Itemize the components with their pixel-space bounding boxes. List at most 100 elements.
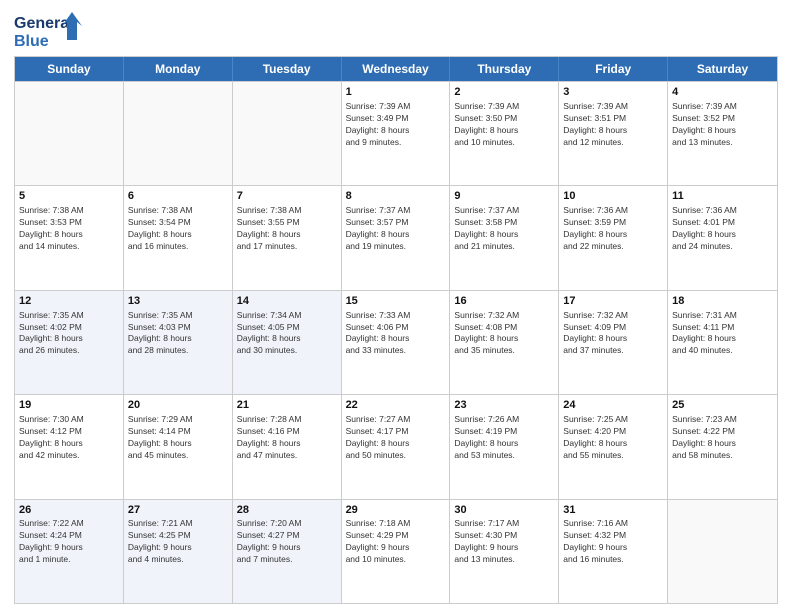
calendar-row-2: 12Sunrise: 7:35 AM Sunset: 4:02 PM Dayli… [15, 290, 777, 394]
day-cell-26: 26Sunrise: 7:22 AM Sunset: 4:24 PM Dayli… [15, 500, 124, 603]
day-number: 15 [346, 294, 446, 309]
calendar-row-1: 5Sunrise: 7:38 AM Sunset: 3:53 PM Daylig… [15, 185, 777, 289]
empty-cell-r0c2 [233, 82, 342, 185]
day-cell-30: 30Sunrise: 7:17 AM Sunset: 4:30 PM Dayli… [450, 500, 559, 603]
day-number: 17 [563, 294, 663, 309]
day-info: Sunrise: 7:38 AM Sunset: 3:53 PM Dayligh… [19, 205, 119, 253]
day-number: 13 [128, 294, 228, 309]
day-cell-3: 3Sunrise: 7:39 AM Sunset: 3:51 PM Daylig… [559, 82, 668, 185]
day-info: Sunrise: 7:23 AM Sunset: 4:22 PM Dayligh… [672, 414, 773, 462]
day-number: 10 [563, 189, 663, 204]
day-info: Sunrise: 7:22 AM Sunset: 4:24 PM Dayligh… [19, 518, 119, 566]
day-info: Sunrise: 7:32 AM Sunset: 4:08 PM Dayligh… [454, 310, 554, 358]
weekday-header-thursday: Thursday [450, 57, 559, 81]
day-info: Sunrise: 7:39 AM Sunset: 3:51 PM Dayligh… [563, 101, 663, 149]
day-info: Sunrise: 7:36 AM Sunset: 3:59 PM Dayligh… [563, 205, 663, 253]
day-cell-17: 17Sunrise: 7:32 AM Sunset: 4:09 PM Dayli… [559, 291, 668, 394]
day-info: Sunrise: 7:27 AM Sunset: 4:17 PM Dayligh… [346, 414, 446, 462]
day-number: 4 [672, 85, 773, 100]
day-info: Sunrise: 7:31 AM Sunset: 4:11 PM Dayligh… [672, 310, 773, 358]
day-number: 5 [19, 189, 119, 204]
day-number: 19 [19, 398, 119, 413]
day-info: Sunrise: 7:38 AM Sunset: 3:55 PM Dayligh… [237, 205, 337, 253]
empty-cell-r0c0 [15, 82, 124, 185]
day-number: 9 [454, 189, 554, 204]
weekday-header-friday: Friday [559, 57, 668, 81]
day-number: 14 [237, 294, 337, 309]
day-number: 29 [346, 503, 446, 518]
day-number: 31 [563, 503, 663, 518]
day-cell-1: 1Sunrise: 7:39 AM Sunset: 3:49 PM Daylig… [342, 82, 451, 185]
day-cell-9: 9Sunrise: 7:37 AM Sunset: 3:58 PM Daylig… [450, 186, 559, 289]
day-info: Sunrise: 7:26 AM Sunset: 4:19 PM Dayligh… [454, 414, 554, 462]
calendar-header: SundayMondayTuesdayWednesdayThursdayFrid… [15, 57, 777, 81]
day-info: Sunrise: 7:36 AM Sunset: 4:01 PM Dayligh… [672, 205, 773, 253]
day-cell-20: 20Sunrise: 7:29 AM Sunset: 4:14 PM Dayli… [124, 395, 233, 498]
day-cell-25: 25Sunrise: 7:23 AM Sunset: 4:22 PM Dayli… [668, 395, 777, 498]
day-cell-31: 31Sunrise: 7:16 AM Sunset: 4:32 PM Dayli… [559, 500, 668, 603]
weekday-header-monday: Monday [124, 57, 233, 81]
day-info: Sunrise: 7:38 AM Sunset: 3:54 PM Dayligh… [128, 205, 228, 253]
day-info: Sunrise: 7:33 AM Sunset: 4:06 PM Dayligh… [346, 310, 446, 358]
day-info: Sunrise: 7:28 AM Sunset: 4:16 PM Dayligh… [237, 414, 337, 462]
day-number: 6 [128, 189, 228, 204]
day-number: 30 [454, 503, 554, 518]
day-info: Sunrise: 7:18 AM Sunset: 4:29 PM Dayligh… [346, 518, 446, 566]
day-number: 11 [672, 189, 773, 204]
day-info: Sunrise: 7:39 AM Sunset: 3:52 PM Dayligh… [672, 101, 773, 149]
empty-cell-r4c6 [668, 500, 777, 603]
day-info: Sunrise: 7:16 AM Sunset: 4:32 PM Dayligh… [563, 518, 663, 566]
day-cell-6: 6Sunrise: 7:38 AM Sunset: 3:54 PM Daylig… [124, 186, 233, 289]
day-number: 2 [454, 85, 554, 100]
day-cell-18: 18Sunrise: 7:31 AM Sunset: 4:11 PM Dayli… [668, 291, 777, 394]
day-number: 8 [346, 189, 446, 204]
header: GeneralBlue [14, 10, 778, 50]
day-cell-10: 10Sunrise: 7:36 AM Sunset: 3:59 PM Dayli… [559, 186, 668, 289]
day-info: Sunrise: 7:37 AM Sunset: 3:58 PM Dayligh… [454, 205, 554, 253]
day-number: 16 [454, 294, 554, 309]
day-info: Sunrise: 7:35 AM Sunset: 4:02 PM Dayligh… [19, 310, 119, 358]
day-info: Sunrise: 7:35 AM Sunset: 4:03 PM Dayligh… [128, 310, 228, 358]
day-info: Sunrise: 7:39 AM Sunset: 3:50 PM Dayligh… [454, 101, 554, 149]
day-info: Sunrise: 7:39 AM Sunset: 3:49 PM Dayligh… [346, 101, 446, 149]
day-cell-4: 4Sunrise: 7:39 AM Sunset: 3:52 PM Daylig… [668, 82, 777, 185]
day-cell-8: 8Sunrise: 7:37 AM Sunset: 3:57 PM Daylig… [342, 186, 451, 289]
calendar-row-3: 19Sunrise: 7:30 AM Sunset: 4:12 PM Dayli… [15, 394, 777, 498]
day-cell-19: 19Sunrise: 7:30 AM Sunset: 4:12 PM Dayli… [15, 395, 124, 498]
day-cell-15: 15Sunrise: 7:33 AM Sunset: 4:06 PM Dayli… [342, 291, 451, 394]
day-info: Sunrise: 7:34 AM Sunset: 4:05 PM Dayligh… [237, 310, 337, 358]
day-cell-28: 28Sunrise: 7:20 AM Sunset: 4:27 PM Dayli… [233, 500, 342, 603]
day-number: 25 [672, 398, 773, 413]
calendar-row-0: 1Sunrise: 7:39 AM Sunset: 3:49 PM Daylig… [15, 81, 777, 185]
day-number: 22 [346, 398, 446, 413]
day-number: 1 [346, 85, 446, 100]
weekday-header-tuesday: Tuesday [233, 57, 342, 81]
day-number: 27 [128, 503, 228, 518]
calendar-row-4: 26Sunrise: 7:22 AM Sunset: 4:24 PM Dayli… [15, 499, 777, 603]
day-number: 21 [237, 398, 337, 413]
day-info: Sunrise: 7:30 AM Sunset: 4:12 PM Dayligh… [19, 414, 119, 462]
day-number: 18 [672, 294, 773, 309]
logo-svg: GeneralBlue [14, 10, 84, 50]
day-cell-27: 27Sunrise: 7:21 AM Sunset: 4:25 PM Dayli… [124, 500, 233, 603]
day-cell-24: 24Sunrise: 7:25 AM Sunset: 4:20 PM Dayli… [559, 395, 668, 498]
day-info: Sunrise: 7:25 AM Sunset: 4:20 PM Dayligh… [563, 414, 663, 462]
day-number: 3 [563, 85, 663, 100]
day-number: 12 [19, 294, 119, 309]
day-cell-7: 7Sunrise: 7:38 AM Sunset: 3:55 PM Daylig… [233, 186, 342, 289]
weekday-header-wednesday: Wednesday [342, 57, 451, 81]
day-cell-21: 21Sunrise: 7:28 AM Sunset: 4:16 PM Dayli… [233, 395, 342, 498]
empty-cell-r0c1 [124, 82, 233, 185]
day-number: 28 [237, 503, 337, 518]
day-info: Sunrise: 7:21 AM Sunset: 4:25 PM Dayligh… [128, 518, 228, 566]
day-cell-5: 5Sunrise: 7:38 AM Sunset: 3:53 PM Daylig… [15, 186, 124, 289]
calendar: SundayMondayTuesdayWednesdayThursdayFrid… [14, 56, 778, 604]
day-number: 23 [454, 398, 554, 413]
day-cell-29: 29Sunrise: 7:18 AM Sunset: 4:29 PM Dayli… [342, 500, 451, 603]
day-number: 20 [128, 398, 228, 413]
day-info: Sunrise: 7:20 AM Sunset: 4:27 PM Dayligh… [237, 518, 337, 566]
weekday-header-saturday: Saturday [668, 57, 777, 81]
day-number: 26 [19, 503, 119, 518]
day-number: 24 [563, 398, 663, 413]
day-cell-16: 16Sunrise: 7:32 AM Sunset: 4:08 PM Dayli… [450, 291, 559, 394]
